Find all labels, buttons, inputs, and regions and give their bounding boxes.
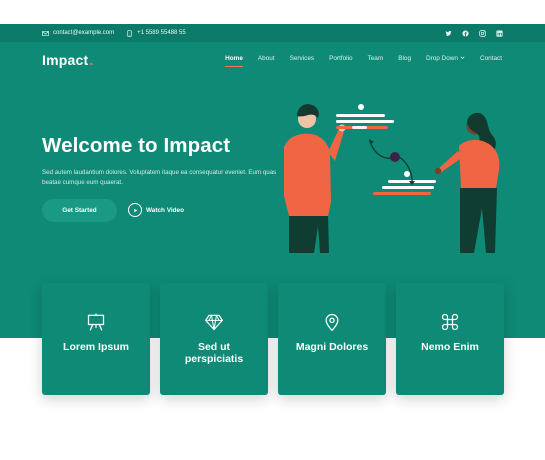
- nav-home[interactable]: Home: [225, 55, 243, 67]
- service-card-nemo-enim[interactable]: Nemo Enim: [396, 283, 504, 395]
- email-contact[interactable]: contact@example.com: [42, 30, 114, 37]
- facebook-icon[interactable]: [461, 29, 469, 37]
- topbar-contacts: contact@example.com +1 5589 55488 55: [42, 29, 186, 37]
- geo-pin-icon: [321, 311, 343, 333]
- service-card-lorem-ipsum[interactable]: Lorem Ipsum: [42, 283, 150, 395]
- email-text[interactable]: contact@example.com: [53, 30, 114, 36]
- easel-icon: [85, 311, 107, 333]
- illustration-arrow: [369, 139, 415, 185]
- topbar: contact@example.com +1 5589 55488 55: [0, 24, 545, 42]
- envelope-icon: [42, 30, 49, 37]
- linkedin-icon[interactable]: [495, 29, 503, 37]
- service-card-sed-ut[interactable]: Sed ut perspiciatis: [160, 283, 268, 395]
- phone-icon: [126, 29, 133, 37]
- card-title: Lorem Ipsum: [63, 341, 129, 353]
- brand-dot: .: [89, 52, 94, 68]
- social-links: [444, 29, 503, 37]
- command-icon: [439, 311, 461, 333]
- card-title: Sed ut perspiciatis: [184, 341, 244, 365]
- twitter-icon[interactable]: [444, 29, 452, 37]
- nav-services[interactable]: Services: [290, 55, 315, 62]
- watch-video-label: Watch Video: [146, 206, 184, 214]
- hero-subtitle: Sed autem laudantium dolores. Voluptatem…: [42, 169, 277, 186]
- card-title: Nemo Enim: [421, 341, 479, 353]
- service-card-magni-dolores[interactable]: Magni Dolores: [278, 283, 386, 395]
- card-title: Magni Dolores: [295, 341, 369, 353]
- nav-dropdown-label: Drop Down: [426, 55, 458, 62]
- top-spacer: [0, 0, 545, 24]
- page: contact@example.com +1 5589 55488 55 Imp…: [0, 0, 545, 460]
- get-started-button[interactable]: Get Started: [42, 199, 117, 222]
- hero-title: Welcome to Impact: [42, 134, 231, 157]
- brand-name: Impact: [42, 52, 89, 68]
- watch-video-button[interactable]: Watch Video: [128, 203, 184, 217]
- nav-dropdown[interactable]: Drop Down: [426, 55, 465, 62]
- illustration-chart-bars: [336, 104, 436, 195]
- hero-illustration: [284, 104, 500, 253]
- brand-logo[interactable]: Impact.: [42, 52, 93, 68]
- phone-contact[interactable]: +1 5589 55488 55: [126, 29, 186, 37]
- illustration-woman: [434, 112, 500, 253]
- play-icon: [128, 203, 142, 217]
- phone-text[interactable]: +1 5589 55488 55: [137, 30, 186, 36]
- nav-blog[interactable]: Blog: [398, 55, 411, 62]
- chevron-down-icon: [460, 55, 465, 62]
- main-nav: Home About Services Portfolio Team Blog …: [225, 55, 502, 67]
- instagram-icon[interactable]: [478, 29, 486, 37]
- gem-icon: [203, 311, 225, 333]
- illustration-man: [284, 104, 346, 253]
- nav-contact[interactable]: Contact: [480, 55, 502, 62]
- nav-portfolio[interactable]: Portfolio: [329, 55, 352, 62]
- nav-team[interactable]: Team: [368, 55, 384, 62]
- nav-about[interactable]: About: [258, 55, 275, 62]
